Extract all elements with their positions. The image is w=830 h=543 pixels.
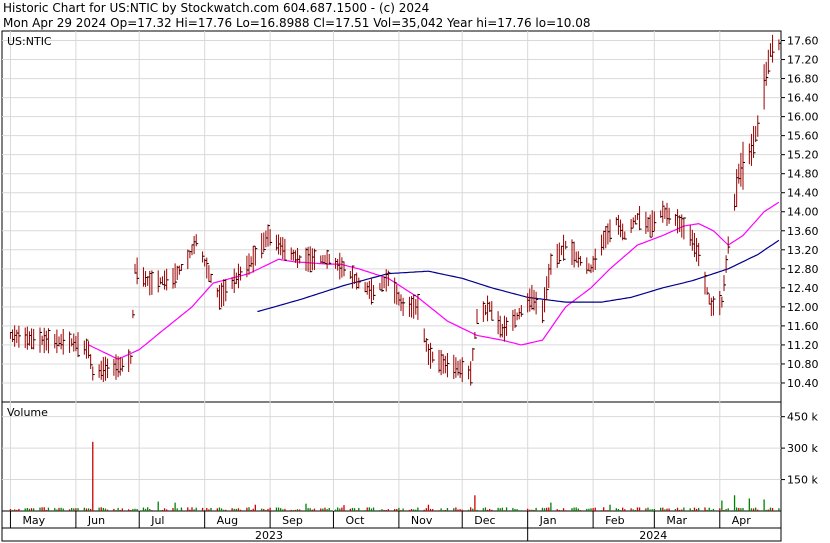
price-bar <box>461 357 465 383</box>
price-bar <box>535 291 539 315</box>
price-tick-label: 15.20 <box>787 149 819 162</box>
price-bar <box>472 347 475 361</box>
price-bar <box>373 285 376 301</box>
month-label: Jan <box>539 514 557 527</box>
price-bar <box>742 141 745 190</box>
year-label: 2024 <box>639 529 667 542</box>
price-bar <box>668 207 672 224</box>
month-label: Dec <box>474 514 495 527</box>
month-label: Feb <box>605 514 624 527</box>
price-bar <box>195 234 199 247</box>
price-bar <box>62 329 66 355</box>
price-bar <box>446 353 450 378</box>
price-bar <box>107 358 110 379</box>
price-tick-label: 17.20 <box>787 54 819 67</box>
price-bar <box>712 296 716 316</box>
price-tick-label: 10.80 <box>787 358 819 371</box>
price-bar <box>166 268 169 291</box>
price-bar <box>721 296 724 308</box>
price-tick-label: 16.40 <box>787 92 819 105</box>
price-bar <box>624 231 627 240</box>
price-bar <box>33 328 36 350</box>
time-axis: May Jun Jul Aug Sep Oct Nov Dec Jan Feb Mar Apr 2023… <box>9 511 752 542</box>
price-bar <box>130 354 133 364</box>
price-tick-label: 11.20 <box>787 339 819 352</box>
price-bar <box>254 246 258 266</box>
volume-title: Volume <box>7 406 48 419</box>
price-bar <box>698 242 701 267</box>
price-bar <box>225 279 228 302</box>
price-bar <box>358 277 361 289</box>
month-label: Jun <box>87 514 105 527</box>
price-bar <box>151 270 154 295</box>
price-bar <box>757 115 760 137</box>
price-bar <box>47 328 51 354</box>
volume-panel-frame <box>1 401 782 512</box>
price-bars <box>9 34 781 386</box>
price-bar <box>328 253 332 265</box>
month-label: Apr <box>732 514 752 527</box>
price-bar <box>92 366 95 381</box>
volume-tick-label: 300 k <box>787 442 818 455</box>
price-tick-label: 14.00 <box>787 206 819 219</box>
price-bar <box>565 240 568 250</box>
chart-frames <box>1 30 782 542</box>
price-bar <box>594 248 598 271</box>
volume-tick-label: 150 k <box>787 474 818 487</box>
price-tick-label: 10.40 <box>787 377 819 390</box>
moving-average-slow <box>257 239 780 313</box>
price-bar <box>491 301 494 321</box>
price-tick-label: 16.00 <box>787 111 819 124</box>
volume-bars <box>9 441 780 511</box>
price-bar <box>723 275 726 292</box>
month-axis-frame <box>1 510 782 529</box>
price-axis: 17.60 17.20 16.80 16.40 16.00 15.60 15.20 14.80… <box>781 35 819 390</box>
price-bar <box>683 217 686 240</box>
month-label: Sep <box>282 514 303 527</box>
month-label: Nov <box>411 514 433 527</box>
price-bar <box>470 361 473 386</box>
price-tick-label: 12.80 <box>787 263 819 276</box>
price-bar <box>639 205 642 231</box>
price-bar <box>269 229 273 246</box>
price-tick-label: 13.20 <box>787 244 819 257</box>
price-bar <box>432 351 435 363</box>
stock-chart: 17.60 17.20 16.80 16.40 16.00 15.60 15.20 14.80… <box>1 30 819 542</box>
price-bar <box>653 211 657 232</box>
price-tick-label: 13.60 <box>787 225 819 238</box>
price-bar <box>210 273 213 283</box>
volume-grid <box>2 416 781 481</box>
price-bar <box>725 255 729 273</box>
price-grid <box>2 31 781 511</box>
price-tick-label: 11.60 <box>787 320 819 333</box>
price-bar <box>579 256 583 266</box>
month-label: Mar <box>666 514 687 527</box>
price-bar <box>550 253 553 275</box>
price-bar <box>476 308 479 324</box>
price-bar <box>506 317 509 336</box>
symbol-label: US:NTIC <box>7 35 52 48</box>
price-tick-label: 17.60 <box>787 35 819 48</box>
price-bar <box>180 264 184 271</box>
year-label: 2023 <box>255 529 283 542</box>
volume-tick-label: 450 k <box>787 411 818 424</box>
volume-axis: 450 k 300 k 150 k <box>781 411 818 487</box>
month-label: Jul <box>150 514 164 527</box>
price-tick-label: 14.80 <box>787 168 819 181</box>
price-tick-label: 15.60 <box>787 130 819 143</box>
price-bar <box>313 248 317 270</box>
price-bar <box>121 358 125 372</box>
price-tick-label: 14.40 <box>787 187 819 200</box>
month-label: May <box>22 514 45 527</box>
price-tick-label: 12.40 <box>787 282 819 295</box>
price-panel-frame <box>1 30 782 403</box>
price-tick-label: 12.00 <box>787 301 819 314</box>
price-tick-label: 16.80 <box>787 73 819 86</box>
price-bar <box>772 34 775 63</box>
month-label: Aug <box>217 514 238 527</box>
price-bar <box>132 309 135 319</box>
month-label: Oct <box>345 514 365 527</box>
